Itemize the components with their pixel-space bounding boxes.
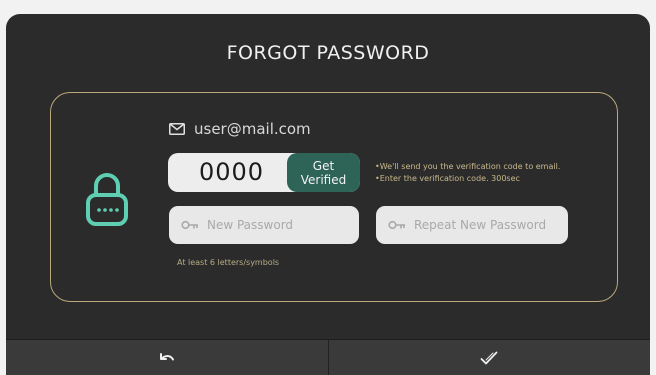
get-verified-label-line1: Get	[312, 158, 335, 173]
get-verified-label-line2: Verified	[300, 172, 347, 187]
forgot-password-panel: FORGOT PASSWORD user@mail.com 0000 Get V…	[6, 14, 650, 375]
undo-arrow-icon	[159, 353, 174, 361]
new-password-field[interactable]	[169, 206, 359, 244]
verification-hint: •We'll send you the verification code to…	[375, 161, 560, 185]
confirm-button[interactable]	[328, 340, 650, 375]
hint-line-2: •Enter the verification code. 300sec	[375, 174, 520, 183]
lock-icon	[86, 173, 128, 226]
repeat-password-input[interactable]	[414, 218, 554, 232]
key-icon	[388, 220, 405, 230]
email-address: user@mail.com	[194, 120, 311, 138]
get-verified-button[interactable]: Get Verified	[287, 153, 360, 192]
new-password-input[interactable]	[207, 218, 347, 232]
page-title: FORGOT PASSWORD	[226, 42, 430, 64]
form-card: user@mail.com 0000 Get Verified •We'll s…	[50, 92, 618, 302]
verification-code-value[interactable]: 0000	[199, 158, 264, 186]
checkmark-icon	[480, 351, 498, 365]
password-rule: At least 6 letters/symbols	[177, 258, 280, 267]
repeat-password-field[interactable]	[376, 206, 568, 244]
key-icon	[181, 220, 198, 230]
hint-line-1: •We'll send you the verification code to…	[375, 162, 561, 171]
back-button[interactable]	[6, 340, 329, 375]
verification-code-field[interactable]: 0000 Get Verified	[168, 153, 360, 192]
email-row: user@mail.com	[169, 120, 311, 138]
bottom-action-bar	[6, 339, 650, 375]
mail-icon	[169, 123, 185, 135]
